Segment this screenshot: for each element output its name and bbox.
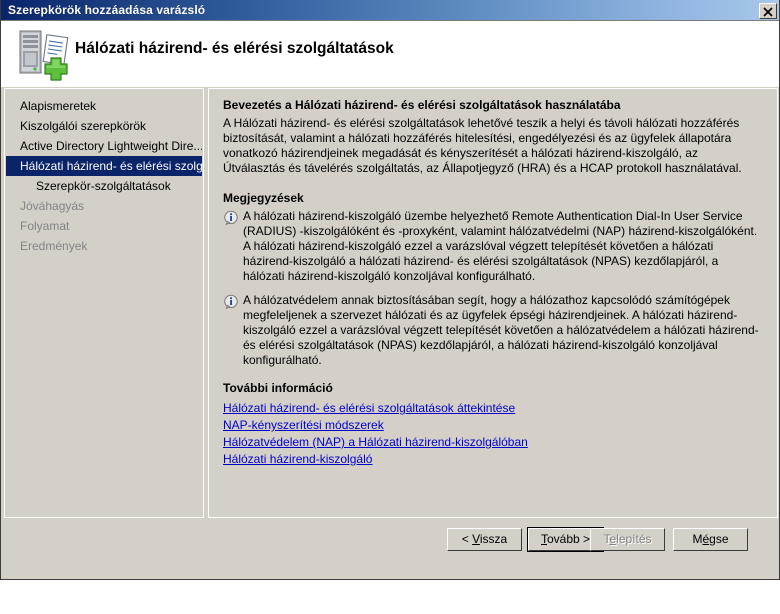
info-icon: [224, 294, 238, 310]
more-info-link-1[interactable]: NAP-kényszerítési módszerek: [223, 417, 384, 434]
close-icon: [763, 7, 773, 17]
nav-list: Alapismeretek Kiszolgálói szerepkörök Acti…: [5, 96, 203, 256]
sidebar-item-6: Folyamat: [20, 219, 70, 233]
intro-heading: Bevezetés a Hálózati házirend- és elérés…: [223, 98, 621, 112]
note-text-1: A hálózatvédelem annak biztosításában se…: [243, 293, 759, 367]
install-button: Telepítés: [590, 528, 665, 551]
add-roles-wizard-window: Szerepkörök hozzáadása varázsló Hálózati…: [0, 0, 780, 580]
sidebar-item-0[interactable]: Alapismeretek: [6, 96, 202, 116]
server-role-add-icon: [19, 30, 69, 81]
sidebar-item-1[interactable]: Kiszolgálói szerepkörök: [6, 116, 202, 136]
info-icon: [224, 210, 238, 226]
wizard-header: Hálózati házirend- és elérési szolgáltat…: [1, 21, 779, 87]
page-title: Hálózati házirend- és elérési szolgáltat…: [75, 40, 394, 57]
notes-heading: Megjegyzések: [223, 191, 304, 205]
note-text-0: A hálózati házirend-kiszolgáló üzembe he…: [243, 209, 758, 283]
sidebar-item-2[interactable]: Active Directory Lightweight Dire...: [6, 136, 202, 156]
info-icon: [223, 210, 243, 226]
more-info-link-0[interactable]: Hálózati házirend- és elérési szolgáltat…: [223, 400, 515, 417]
close-button[interactable]: [759, 3, 777, 19]
wizard-content-panel: Bevezetés a Hálózati házirend- és elérés…: [208, 88, 778, 518]
note-row-0: A hálózati házirend-kiszolgáló üzembe he…: [223, 209, 763, 284]
window-title: Szerepkörök hozzáadása varázsló: [8, 3, 206, 17]
sidebar-item-4[interactable]: Szerepkör-szolgáltatások: [6, 176, 202, 196]
notes-list: A hálózati házirend-kiszolgáló üzembe he…: [223, 209, 763, 368]
intro-body-text: A Hálózati házirend- és elérési szolgált…: [223, 116, 742, 175]
back-button[interactable]: < Vissza: [447, 528, 522, 551]
sidebar-item-5: Jóváhagyás: [20, 199, 85, 213]
more-info-link-2[interactable]: Hálózatvédelem (NAP) a Hálózati házirend…: [223, 434, 528, 451]
sidebar-item-3[interactable]: Hálózati házirend- és elérési szolg...: [6, 156, 202, 176]
more-info-link-list: Hálózati házirend- és elérési szolgáltat…: [223, 400, 763, 468]
note-row-1: A hálózatvédelem annak biztosításában se…: [223, 293, 763, 368]
more-info-heading: További információ: [223, 381, 333, 395]
window-titlebar: Szerepkörök hozzáadása varázsló: [1, 0, 779, 21]
more-info-link-3[interactable]: Hálózati házirend-kiszolgáló: [223, 451, 372, 468]
wizard-step-navigation: Alapismeretek Kiszolgálói szerepkörök Acti…: [4, 88, 204, 518]
cancel-button[interactable]: Mégse: [673, 528, 748, 551]
info-icon: [223, 294, 243, 310]
sidebar-item-7: Eredmények: [20, 239, 88, 253]
wizard-footer: < Vissza Tovább > Telepítés Mégse: [1, 524, 779, 579]
